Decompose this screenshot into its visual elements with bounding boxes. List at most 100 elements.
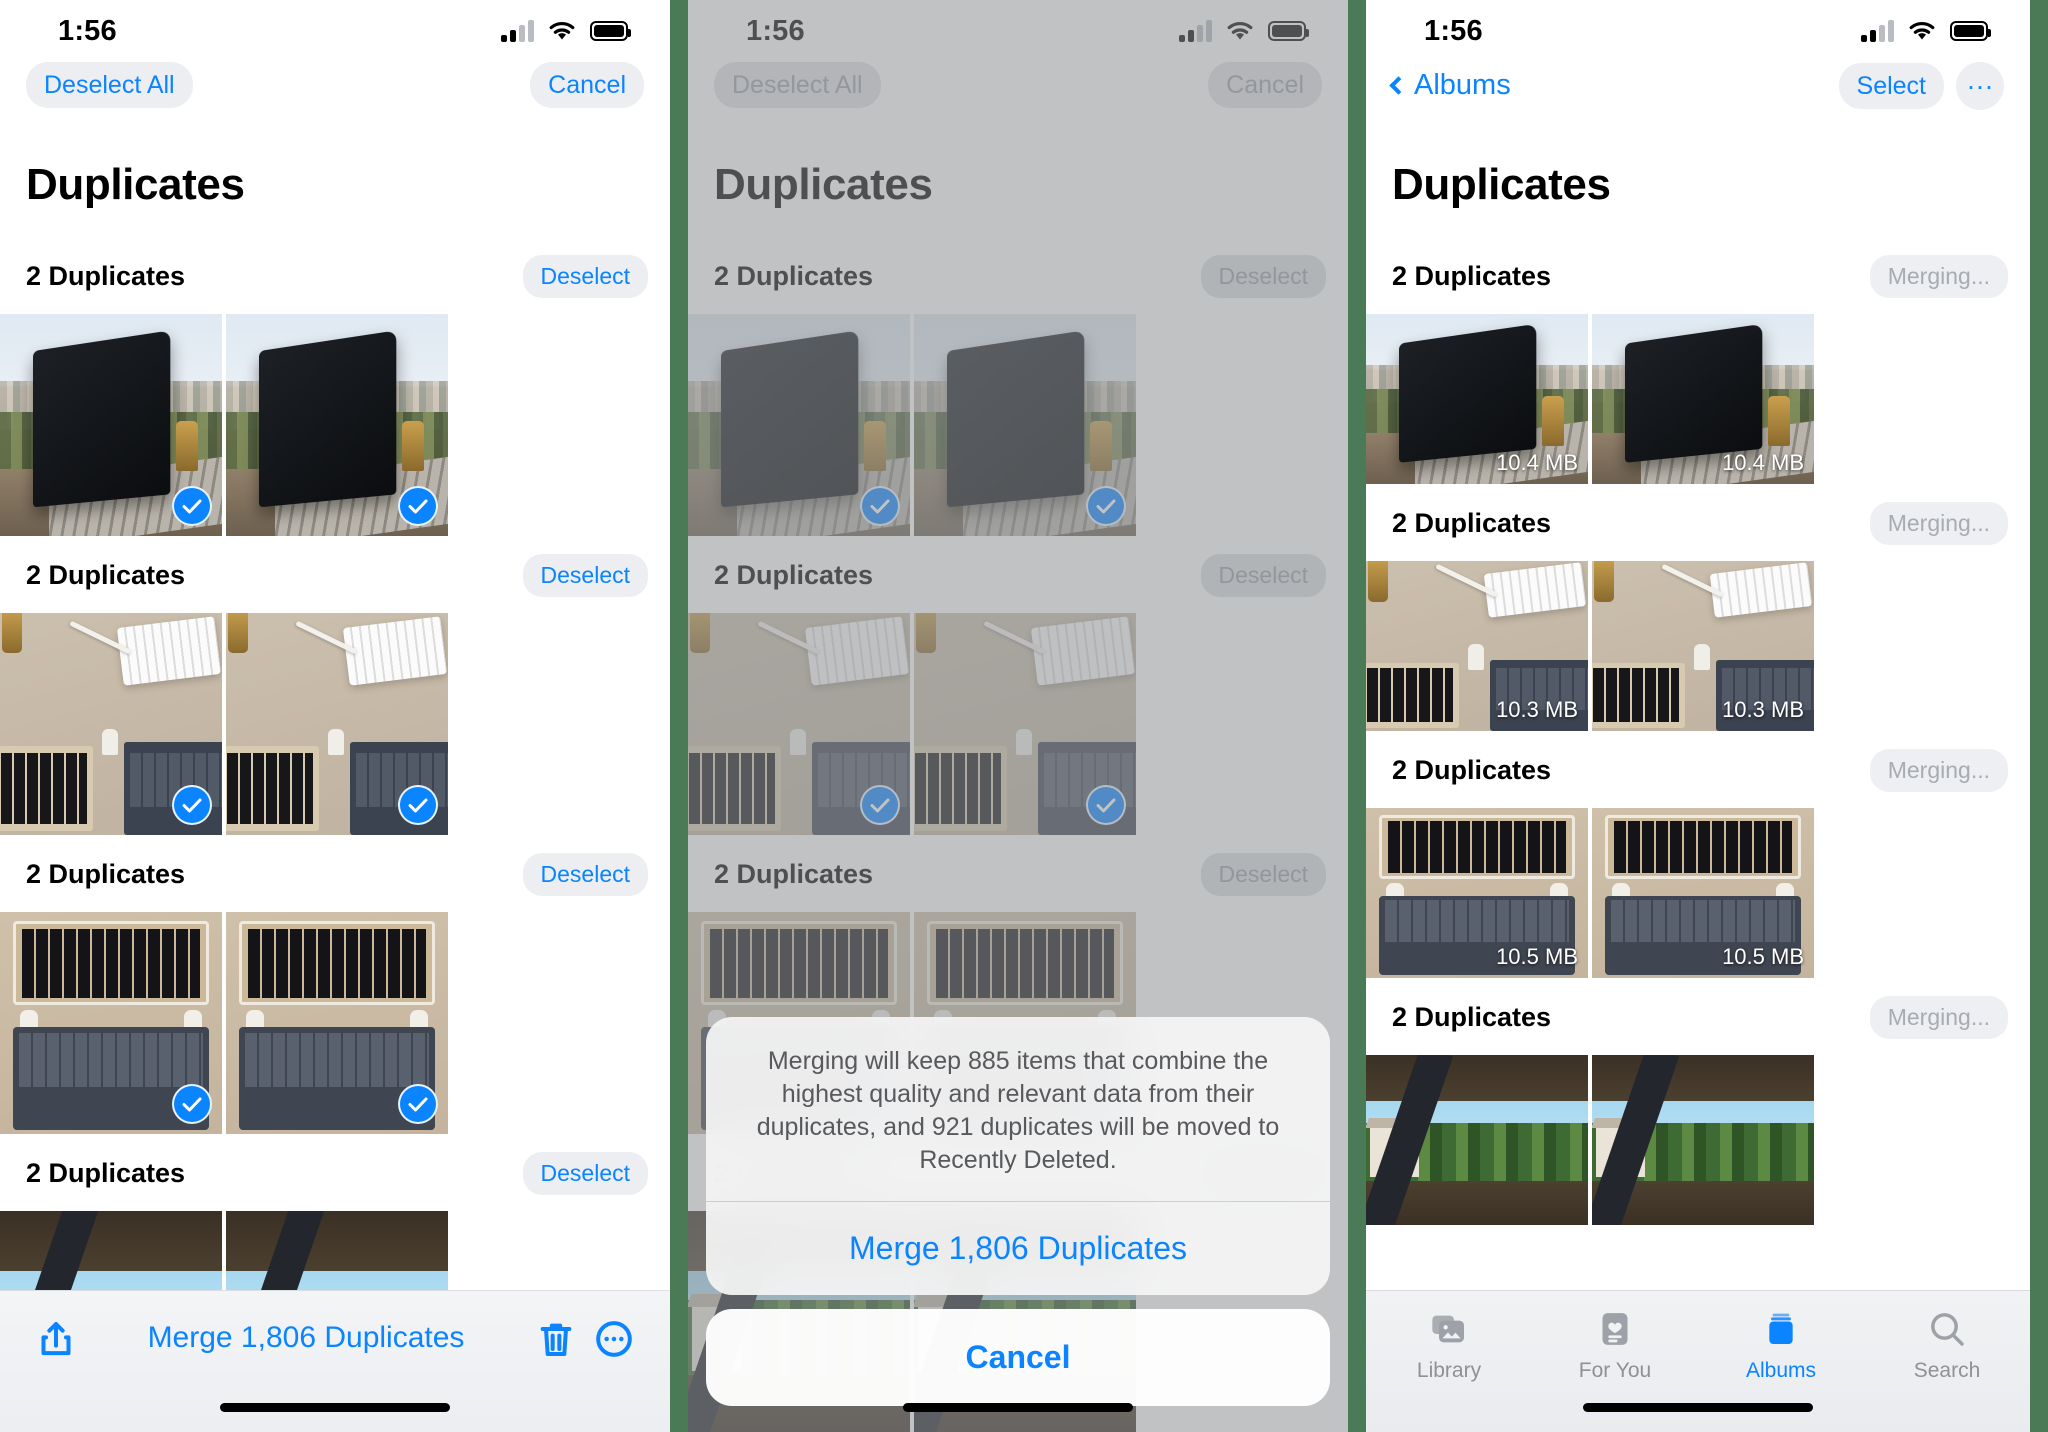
back-to-albums-button[interactable]: Albums: [1389, 62, 1511, 102]
nav-separator: [1366, 210, 2030, 237]
group-header: 2 Duplicates Deselect: [0, 237, 670, 314]
photo-thumbnail[interactable]: [1592, 1055, 1814, 1225]
merging-status-badge: Merging...: [1869, 749, 2008, 792]
selected-checkmark-icon[interactable]: [172, 785, 212, 825]
tab-search[interactable]: Search: [1864, 1307, 2030, 1383]
group-count-label: 2 Duplicates: [1392, 755, 1552, 785]
battery-icon: [590, 21, 631, 41]
home-indicator: [220, 1403, 450, 1412]
thumbnail-row: [1366, 1055, 2030, 1225]
status-bar-indicators: [501, 20, 631, 42]
tab-label: Search: [1913, 1359, 1981, 1382]
file-size-label: 10.3 MB: [1722, 697, 1804, 722]
more-ellipsis-icon[interactable]: [590, 1315, 638, 1363]
tab-label: Albums: [1745, 1359, 1817, 1382]
merge-action-sheet: Merging will keep 885 items that combine…: [706, 1017, 1330, 1406]
photo-thumbnail[interactable]: [226, 613, 448, 835]
photo-thumbnail[interactable]: 10.3 MB: [1366, 561, 1588, 731]
three-panel-screenshot: 1:56 Deselect All Cancel Duplicates 2 Du…: [0, 0, 2048, 1432]
photo-thumbnail[interactable]: 10.5 MB: [1366, 808, 1588, 978]
action-sheet-body: Merging will keep 885 items that combine…: [706, 1017, 1330, 1295]
group-count-label: 2 Duplicates: [26, 560, 186, 590]
duplicates-list[interactable]: 2 Duplicates Deselect 2 Duplicates Desel…: [0, 237, 670, 1432]
panel-divider: [670, 0, 688, 1432]
thumbnail-row: [0, 314, 670, 536]
photo-thumbnail[interactable]: [0, 613, 222, 835]
home-indicator: [903, 1403, 1133, 1412]
tab-label: Library: [1416, 1359, 1482, 1382]
group-deselect-button[interactable]: Deselect: [522, 255, 648, 298]
page-title: Duplicates: [1392, 160, 1611, 209]
wifi-icon: [1909, 22, 1935, 40]
group-deselect-button[interactable]: Deselect: [522, 1152, 648, 1195]
deselect-all-button[interactable]: Deselect All: [26, 62, 193, 108]
file-size-label: 10.4 MB: [1496, 450, 1578, 475]
group-header: 2 Duplicates Merging...: [1366, 978, 2030, 1055]
merging-status-badge: Merging...: [1869, 996, 2008, 1039]
photo-thumbnail[interactable]: [226, 912, 448, 1134]
sheet-cancel-button[interactable]: Cancel: [706, 1309, 1330, 1406]
merging-status-badge: Merging...: [1869, 502, 2008, 545]
confirm-merge-button[interactable]: Merge 1,806 Duplicates: [706, 1202, 1330, 1295]
panel-merging-progress: 1:56 Albums Select ··· Duplicates 2 Dupl…: [1366, 0, 2030, 1432]
tab-for-you[interactable]: For You: [1532, 1307, 1698, 1383]
share-icon[interactable]: [32, 1315, 80, 1363]
selected-checkmark-icon[interactable]: [398, 486, 438, 526]
group-count-label: 2 Duplicates: [1392, 508, 1552, 538]
battery-icon: [1950, 21, 1991, 41]
group-header: 2 Duplicates Merging...: [1366, 731, 2030, 808]
status-bar-indicators: [1861, 20, 1991, 42]
thumbnail-row: [0, 613, 670, 835]
thumbnail-row: 10.4 MB 10.4 MB: [1366, 314, 2030, 484]
more-ellipsis-icon[interactable]: ···: [1956, 62, 2004, 110]
group-header: 2 Duplicates Merging...: [1366, 484, 2030, 561]
merge-duplicates-button[interactable]: Merge 1,806 Duplicates: [90, 1315, 522, 1355]
navigation-bar: Deselect All Cancel: [0, 62, 670, 158]
photo-thumbnail[interactable]: [0, 912, 222, 1134]
search-icon: [1925, 1307, 1969, 1351]
selected-checkmark-icon[interactable]: [398, 1084, 438, 1124]
selected-checkmark-icon[interactable]: [172, 1084, 212, 1124]
group-count-label: 2 Duplicates: [26, 859, 186, 889]
merge-warning-message: Merging will keep 885 items that combine…: [756, 1047, 1280, 1174]
photo-thumbnail[interactable]: 10.4 MB: [1366, 314, 1588, 484]
photo-thumbnail[interactable]: [0, 314, 222, 536]
navigation-bar: Albums Select ···: [1366, 62, 2030, 158]
tab-albums[interactable]: Albums: [1698, 1307, 1864, 1383]
group-header: 2 Duplicates Deselect: [0, 536, 670, 613]
thumbnail-row: [0, 912, 670, 1134]
tab-library[interactable]: Library: [1366, 1307, 1532, 1383]
select-button[interactable]: Select: [1838, 63, 1944, 109]
albums-icon: [1759, 1307, 1803, 1351]
for-you-icon: [1593, 1307, 1637, 1351]
group-count-label: 2 Duplicates: [1392, 1002, 1552, 1032]
group-count-label: 2 Duplicates: [1392, 261, 1552, 291]
photo-thumbnail[interactable]: [226, 314, 448, 536]
photo-thumbnail[interactable]: 10.5 MB: [1592, 808, 1814, 978]
page-title: Duplicates: [26, 160, 245, 209]
back-button-label: Albums: [1414, 69, 1511, 101]
photo-thumbnail[interactable]: 10.4 MB: [1592, 314, 1814, 484]
selected-checkmark-icon[interactable]: [172, 486, 212, 526]
group-header: 2 Duplicates Deselect: [0, 835, 670, 912]
chevron-left-icon: [1389, 75, 1408, 95]
thumbnail-row: 10.3 MB 10.3 MB: [1366, 561, 2030, 731]
tab-label: For You: [1578, 1359, 1652, 1382]
panel-merge-confirmation: 1:56 Deselect All Cancel Duplicates 2 Du…: [688, 0, 1348, 1432]
file-size-label: 10.5 MB: [1496, 944, 1578, 969]
duplicates-list[interactable]: 2 Duplicates Merging... 10.4 MB 10.4 MB …: [1366, 237, 2030, 1225]
status-bar-time: 1:56: [1424, 14, 1483, 47]
photo-thumbnail[interactable]: 10.3 MB: [1592, 561, 1814, 731]
trash-icon[interactable]: [532, 1315, 580, 1363]
nav-separator: [0, 210, 670, 237]
cellular-signal-icon: [1861, 20, 1894, 42]
status-bar: 1:56: [1366, 0, 2030, 62]
group-header: 2 Duplicates Merging...: [1366, 237, 2030, 314]
selected-checkmark-icon[interactable]: [398, 785, 438, 825]
cancel-button[interactable]: Cancel: [530, 62, 644, 108]
panel-selection-mode: 1:56 Deselect All Cancel Duplicates 2 Du…: [0, 0, 670, 1432]
group-count-label: 2 Duplicates: [26, 261, 186, 291]
group-deselect-button[interactable]: Deselect: [522, 554, 648, 597]
group-deselect-button[interactable]: Deselect: [522, 853, 648, 896]
photo-thumbnail[interactable]: [1366, 1055, 1588, 1225]
